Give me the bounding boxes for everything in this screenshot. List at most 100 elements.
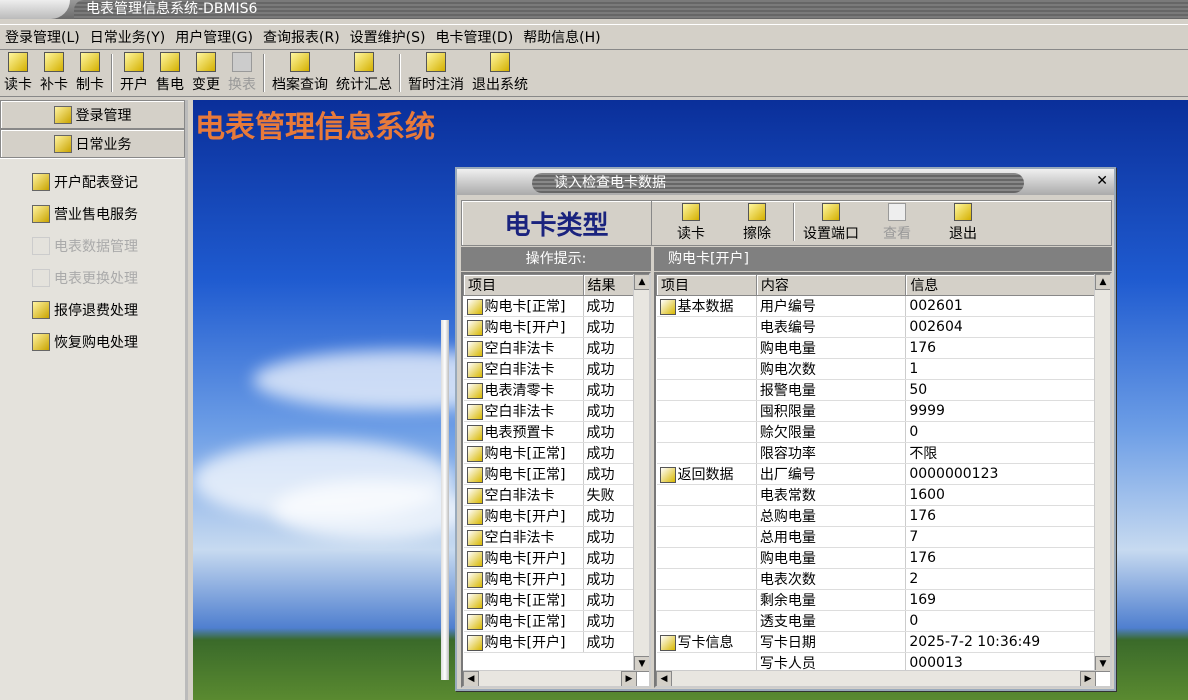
toolbar: 读卡 补卡 制卡 开户 售电 变更 换表 档案查询 统计汇总 暂时注消 退出系统: [0, 52, 1188, 97]
table-row[interactable]: 空白非法卡 成功: [463, 526, 638, 548]
table-cell: 成功: [583, 421, 638, 443]
horizontal-scrollbar[interactable]: ◀ ▶: [463, 670, 637, 686]
cell-text: 购电卡[开户]: [484, 551, 566, 567]
menu-item[interactable]: 帮助信息(H): [518, 25, 605, 49]
table-row[interactable]: 购电卡[开户] 成功: [463, 505, 638, 527]
toolbar-button[interactable]: 换表: [224, 52, 260, 96]
sidebar-group-daily[interactable]: 日常业务: [0, 129, 185, 158]
cell-text: 失败: [586, 488, 615, 504]
table-row[interactable]: 购电电量 176: [656, 337, 1096, 359]
table-row[interactable]: 总购电量 176: [656, 505, 1096, 527]
menu-item[interactable]: 登录管理(L): [0, 25, 85, 49]
table-row[interactable]: 电表预置卡 成功: [463, 421, 638, 443]
toolbar-button[interactable]: 补卡: [36, 52, 72, 96]
dialog-button[interactable]: 擦除: [724, 203, 790, 245]
table-row[interactable]: 空白非法卡 失败: [463, 484, 638, 506]
table-cell: 169: [905, 589, 1096, 611]
table-row[interactable]: 购电卡[开户] 成功: [463, 316, 638, 338]
toolbar-button[interactable]: 变更: [188, 52, 224, 96]
vertical-scrollbar[interactable]: ▲ ▼: [633, 274, 649, 672]
button-label: 售电: [156, 77, 184, 93]
cell-text: 总用电量: [759, 530, 816, 546]
dialog-button[interactable]: 退出: [930, 203, 996, 245]
horizontal-scrollbar[interactable]: ◀ ▶: [656, 670, 1096, 686]
group-label: 登录管理: [75, 107, 132, 124]
toolbar-button[interactable]: 制卡: [72, 52, 108, 96]
table-row[interactable]: 空白非法卡 成功: [463, 337, 638, 359]
toolbar-button[interactable]: 暂时注消: [404, 52, 468, 96]
menu-item[interactable]: 日常业务(Y): [85, 25, 170, 49]
button-label: 退出: [949, 226, 977, 242]
table-cell: 基本数据: [656, 295, 757, 317]
table-row[interactable]: 购电卡[正常] 成功: [463, 463, 638, 485]
table-row[interactable]: 总用电量 7: [656, 526, 1096, 548]
cell-text: 成功: [586, 425, 615, 441]
toolbar-button[interactable]: 档案查询: [268, 52, 332, 96]
row-icon: [466, 593, 483, 609]
table-cell: 写卡日期: [756, 631, 907, 653]
row-icon: [466, 551, 483, 567]
column-header[interactable]: 结果: [582, 274, 638, 296]
table-row[interactable]: 空白非法卡 成功: [463, 358, 638, 380]
menu-item[interactable]: 电卡管理(D): [430, 25, 518, 49]
toolbar-button[interactable]: 读卡: [0, 52, 36, 96]
table-row[interactable]: 购电卡[开户] 成功: [463, 568, 638, 590]
column-header[interactable]: 项目: [463, 274, 584, 296]
dialog-button[interactable]: 查看: [864, 203, 930, 245]
table-row[interactable]: 购电卡[开户] 成功: [463, 631, 638, 653]
sidebar-item-label: 电表数据管理: [54, 239, 138, 255]
toolbar-button[interactable]: 退出系统: [468, 52, 532, 96]
sidebar-item-label: 报停退费处理: [54, 303, 138, 319]
table-row[interactable]: 囤积限量 9999: [656, 400, 1096, 422]
table-cell: 成功: [583, 526, 638, 548]
dialog-button[interactable]: 读卡: [658, 203, 724, 245]
toolbar-button[interactable]: 统计汇总: [332, 52, 396, 96]
table-row[interactable]: 购电卡[正常] 成功: [463, 442, 638, 464]
table-row[interactable]: 购电卡[正常] 成功: [463, 610, 638, 632]
table-row[interactable]: 电表次数 2: [656, 568, 1096, 590]
table-row[interactable]: 剩余电量 169: [656, 589, 1096, 611]
toolbar-button[interactable]: 售电: [152, 52, 188, 96]
toolbar-button[interactable]: 开户: [116, 52, 152, 96]
table-cell: 成功: [583, 295, 638, 317]
row-icon: [466, 467, 483, 483]
row-icon: [466, 404, 483, 420]
close-button[interactable]: ✕: [1096, 173, 1108, 189]
table-row[interactable]: 电表编号 002604: [656, 316, 1096, 338]
table-row[interactable]: 报警电量 50: [656, 379, 1096, 401]
dialog-button[interactable]: 设置端口: [798, 203, 864, 245]
menu-item[interactable]: 查询报表(R): [258, 25, 345, 49]
sidebar-item[interactable]: 恢复购电处理: [0, 326, 185, 358]
sidebar-item[interactable]: 报停退费处理: [0, 294, 185, 326]
sidebar-group-login[interactable]: 登录管理: [0, 100, 185, 129]
table-row[interactable]: 电表常数 1600: [656, 484, 1096, 506]
sidebar-item[interactable]: 电表更换处理: [0, 262, 185, 294]
column-header[interactable]: 内容: [755, 274, 907, 296]
vertical-scrollbar[interactable]: ▲ ▼: [1094, 274, 1110, 672]
table-row[interactable]: 空白非法卡 成功: [463, 400, 638, 422]
table-row[interactable]: 基本数据 用户编号 002601: [656, 295, 1096, 317]
menu-item[interactable]: 设置维护(S): [345, 25, 431, 49]
table-row[interactable]: 写卡信息 写卡日期 2025-7-2 10:36:49: [656, 631, 1096, 653]
table-cell: 空白非法卡: [463, 337, 584, 359]
sidebar-item[interactable]: 开户配表登记: [0, 166, 185, 198]
table-cell: 成功: [583, 379, 638, 401]
table-row[interactable]: 赊欠限量 0: [656, 421, 1096, 443]
cell-text: 报警电量: [759, 383, 816, 399]
table-row[interactable]: 购电卡[开户] 成功: [463, 547, 638, 569]
table-row[interactable]: 购电卡[正常] 成功: [463, 589, 638, 611]
cell-text: 购电卡[开户]: [484, 320, 566, 336]
sidebar-item[interactable]: 电表数据管理: [0, 230, 185, 262]
column-header[interactable]: 项目: [656, 274, 757, 296]
table-cell: [656, 379, 757, 401]
table-row[interactable]: 购电次数 1: [656, 358, 1096, 380]
column-header[interactable]: 信息: [905, 274, 1096, 296]
sidebar-item[interactable]: 营业售电服务: [0, 198, 185, 230]
table-row[interactable]: 返回数据 出厂编号 0000000123: [656, 463, 1096, 485]
table-row[interactable]: 购电卡[正常] 成功: [463, 295, 638, 317]
table-row[interactable]: 电表清零卡 成功: [463, 379, 638, 401]
table-row[interactable]: 透支电量 0: [656, 610, 1096, 632]
menu-item[interactable]: 用户管理(G): [170, 25, 258, 49]
table-row[interactable]: 限容功率 不限: [656, 442, 1096, 464]
table-row[interactable]: 购电电量 176: [656, 547, 1096, 569]
